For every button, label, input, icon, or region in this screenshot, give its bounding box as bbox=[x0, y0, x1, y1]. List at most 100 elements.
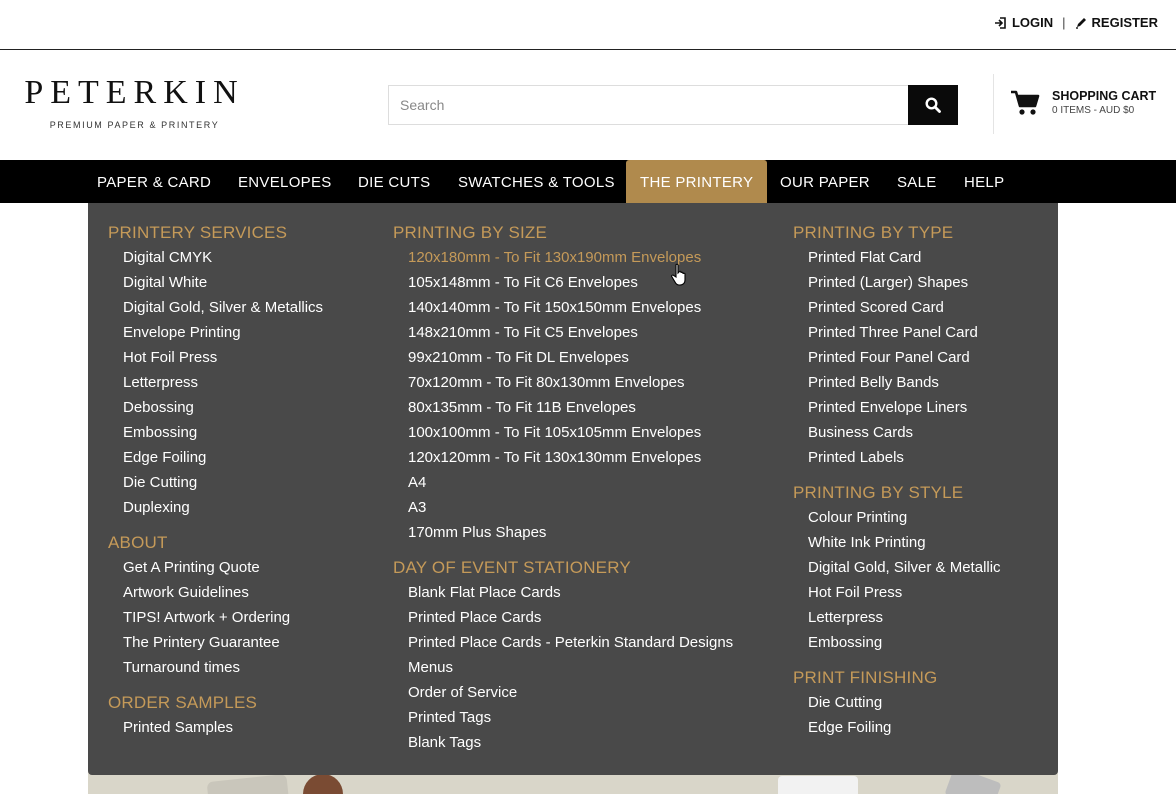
menu-item[interactable]: Embossing bbox=[123, 420, 323, 445]
print-finishing-list: Die Cutting Edge Foiling bbox=[808, 690, 1001, 740]
menu-item[interactable]: Business Cards bbox=[808, 420, 1001, 445]
menu-item[interactable]: Hot Foil Press bbox=[123, 345, 323, 370]
printing-by-type-list: Printed Flat Card Printed (Larger) Shape… bbox=[808, 245, 1001, 470]
menu-item[interactable]: Turnaround times bbox=[123, 655, 323, 680]
day-of-event-list: Blank Flat Place Cards Printed Place Car… bbox=[408, 580, 733, 755]
main-nav: PAPER & CARD ENVELOPES DIE CUTS SWATCHES… bbox=[0, 160, 1176, 203]
search-input[interactable] bbox=[388, 85, 908, 125]
register-label: REGISTER bbox=[1091, 15, 1158, 30]
menu-item[interactable]: Printed Labels bbox=[808, 445, 1001, 470]
menu-item[interactable]: 70x120mm - To Fit 80x130mm Envelopes bbox=[408, 370, 733, 395]
menu-item[interactable]: A3 bbox=[408, 495, 733, 520]
menu-item[interactable]: 100x100mm - To Fit 105x105mm Envelopes bbox=[408, 420, 733, 445]
nav-envelopes[interactable]: ENVELOPES bbox=[238, 160, 332, 203]
cart-summary: 0 ITEMS - AUD $0 bbox=[1052, 105, 1135, 116]
menu-item[interactable]: Embossing bbox=[808, 630, 1001, 655]
login-label: LOGIN bbox=[1011, 15, 1054, 30]
menu-item[interactable]: TIPS! Artwork + Ordering bbox=[123, 605, 323, 630]
hand-cursor-icon bbox=[671, 263, 686, 286]
nav-help[interactable]: HELP bbox=[964, 160, 1004, 203]
menu-item[interactable]: Printed Envelope Liners bbox=[808, 395, 1001, 420]
section-title-order-samples[interactable]: ORDER SAMPLES bbox=[108, 693, 323, 713]
menu-item[interactable]: Menus bbox=[408, 655, 733, 680]
section-title-printing-by-style[interactable]: PRINTING BY STYLE bbox=[793, 483, 1001, 503]
menu-item[interactable]: Printed (Larger) Shapes bbox=[808, 270, 1001, 295]
register-link[interactable]: REGISTER bbox=[1075, 15, 1158, 30]
cart-title: SHOPPING CART bbox=[1052, 89, 1157, 103]
menu-item[interactable]: Printed Flat Card bbox=[808, 245, 1001, 270]
menu-item[interactable]: Get A Printing Quote bbox=[123, 555, 323, 580]
shopping-cart[interactable]: SHOPPING CART 0 ITEMS - AUD $0 bbox=[1010, 89, 1156, 118]
section-title-day-of-event[interactable]: DAY OF EVENT STATIONERY bbox=[393, 558, 733, 578]
search-icon bbox=[925, 97, 941, 113]
cart-text: SHOPPING CART 0 ITEMS - AUD $0 bbox=[1052, 89, 1156, 118]
menu-item[interactable]: 170mm Plus Shapes bbox=[408, 520, 733, 545]
menu-item[interactable]: Printed Place Cards bbox=[408, 605, 733, 630]
nav-the-printery[interactable]: THE PRINTERY bbox=[626, 160, 768, 203]
nav-our-paper[interactable]: OUR PAPER bbox=[780, 160, 870, 203]
menu-item[interactable]: Edge Foiling bbox=[123, 445, 323, 470]
about-list: Get A Printing Quote Artwork Guidelines … bbox=[123, 555, 323, 680]
menu-item[interactable]: Artwork Guidelines bbox=[123, 580, 323, 605]
search-bar bbox=[388, 85, 958, 125]
printery-mega-menu: PRINTERY SERVICES Digital CMYK Digital W… bbox=[88, 203, 1058, 775]
menu-item[interactable]: 99x210mm - To Fit DL Envelopes bbox=[408, 345, 733, 370]
login-icon bbox=[994, 16, 1006, 29]
menu-item[interactable]: Printed Place Cards - Peterkin Standard … bbox=[408, 630, 733, 655]
top-bar: LOGIN | REGISTER bbox=[0, 0, 1176, 50]
menu-item[interactable]: Duplexing bbox=[123, 495, 323, 520]
menu-item[interactable]: 140x140mm - To Fit 150x150mm Envelopes bbox=[408, 295, 733, 320]
menu-item[interactable]: Digital Gold, Silver & Metallics bbox=[123, 295, 323, 320]
menu-column-2: PRINTING BY SIZE 120x180mm - To Fit 130x… bbox=[393, 223, 733, 768]
nav-swatches-tools[interactable]: SWATCHES & TOOLS bbox=[458, 160, 615, 203]
brand-logo[interactable]: PETERKIN PREMIUM PAPER & PRINTERY bbox=[12, 74, 257, 131]
section-title-printing-by-size[interactable]: PRINTING BY SIZE bbox=[393, 223, 733, 243]
header-divider bbox=[993, 74, 994, 134]
order-samples-list: Printed Samples bbox=[123, 715, 323, 740]
menu-item[interactable]: Colour Printing bbox=[808, 505, 1001, 530]
menu-item[interactable]: Printed Four Panel Card bbox=[808, 345, 1001, 370]
menu-item[interactable]: Printed Three Panel Card bbox=[808, 320, 1001, 345]
menu-item[interactable]: Envelope Printing bbox=[123, 320, 323, 345]
menu-item[interactable]: Digital Gold, Silver & Metallic bbox=[808, 555, 1001, 580]
menu-item[interactable]: Order of Service bbox=[408, 680, 733, 705]
menu-item[interactable]: Blank Flat Place Cards bbox=[408, 580, 733, 605]
menu-item[interactable]: 148x210mm - To Fit C5 Envelopes bbox=[408, 320, 733, 345]
menu-item[interactable]: Die Cutting bbox=[808, 690, 1001, 715]
menu-item[interactable]: White Ink Printing bbox=[808, 530, 1001, 555]
section-title-print-finishing[interactable]: PRINT FINISHING bbox=[793, 668, 1001, 688]
section-title-about[interactable]: ABOUT bbox=[108, 533, 323, 553]
menu-column-3: PRINTING BY TYPE Printed Flat Card Print… bbox=[793, 223, 1001, 753]
menu-item[interactable]: A4 bbox=[408, 470, 733, 495]
menu-item[interactable]: Die Cutting bbox=[123, 470, 323, 495]
menu-item[interactable]: Digital CMYK bbox=[123, 245, 323, 270]
section-title-printery-services[interactable]: PRINTERY SERVICES bbox=[108, 223, 323, 243]
pencil-icon bbox=[1075, 17, 1086, 29]
section-title-printing-by-type[interactable]: PRINTING BY TYPE bbox=[793, 223, 1001, 243]
menu-item[interactable]: 120x120mm - To Fit 130x130mm Envelopes bbox=[408, 445, 733, 470]
menu-item[interactable]: The Printery Guarantee bbox=[123, 630, 323, 655]
toplinks-separator: | bbox=[1062, 15, 1066, 30]
login-link[interactable]: LOGIN bbox=[994, 15, 1053, 30]
menu-item[interactable]: Printed Scored Card bbox=[808, 295, 1001, 320]
printing-by-style-list: Colour Printing White Ink Printing Digit… bbox=[808, 505, 1001, 655]
menu-item[interactable]: Printed Belly Bands bbox=[808, 370, 1001, 395]
nav-die-cuts[interactable]: DIE CUTS bbox=[358, 160, 430, 203]
nav-paper-card[interactable]: PAPER & CARD bbox=[97, 160, 211, 203]
menu-item[interactable]: Digital White bbox=[123, 270, 323, 295]
menu-item[interactable]: 80x135mm - To Fit 11B Envelopes bbox=[408, 395, 733, 420]
menu-item[interactable]: Blank Tags bbox=[408, 730, 733, 755]
search-button[interactable] bbox=[908, 85, 958, 125]
menu-item[interactable]: Printed Samples bbox=[123, 715, 323, 740]
menu-item[interactable]: Edge Foiling bbox=[808, 715, 1001, 740]
menu-item[interactable]: Hot Foil Press bbox=[808, 580, 1001, 605]
menu-item[interactable]: Letterpress bbox=[123, 370, 323, 395]
brand-tagline: PREMIUM PAPER & PRINTERY bbox=[49, 120, 220, 130]
printery-services-list: Digital CMYK Digital White Digital Gold,… bbox=[123, 245, 323, 520]
nav-sale[interactable]: SALE bbox=[897, 160, 937, 203]
menu-item[interactable]: Letterpress bbox=[808, 605, 1001, 630]
brand-name: PETERKIN bbox=[24, 74, 245, 111]
menu-item[interactable]: Printed Tags bbox=[408, 705, 733, 730]
account-links: LOGIN | REGISTER bbox=[994, 15, 1158, 30]
menu-item[interactable]: Debossing bbox=[123, 395, 323, 420]
